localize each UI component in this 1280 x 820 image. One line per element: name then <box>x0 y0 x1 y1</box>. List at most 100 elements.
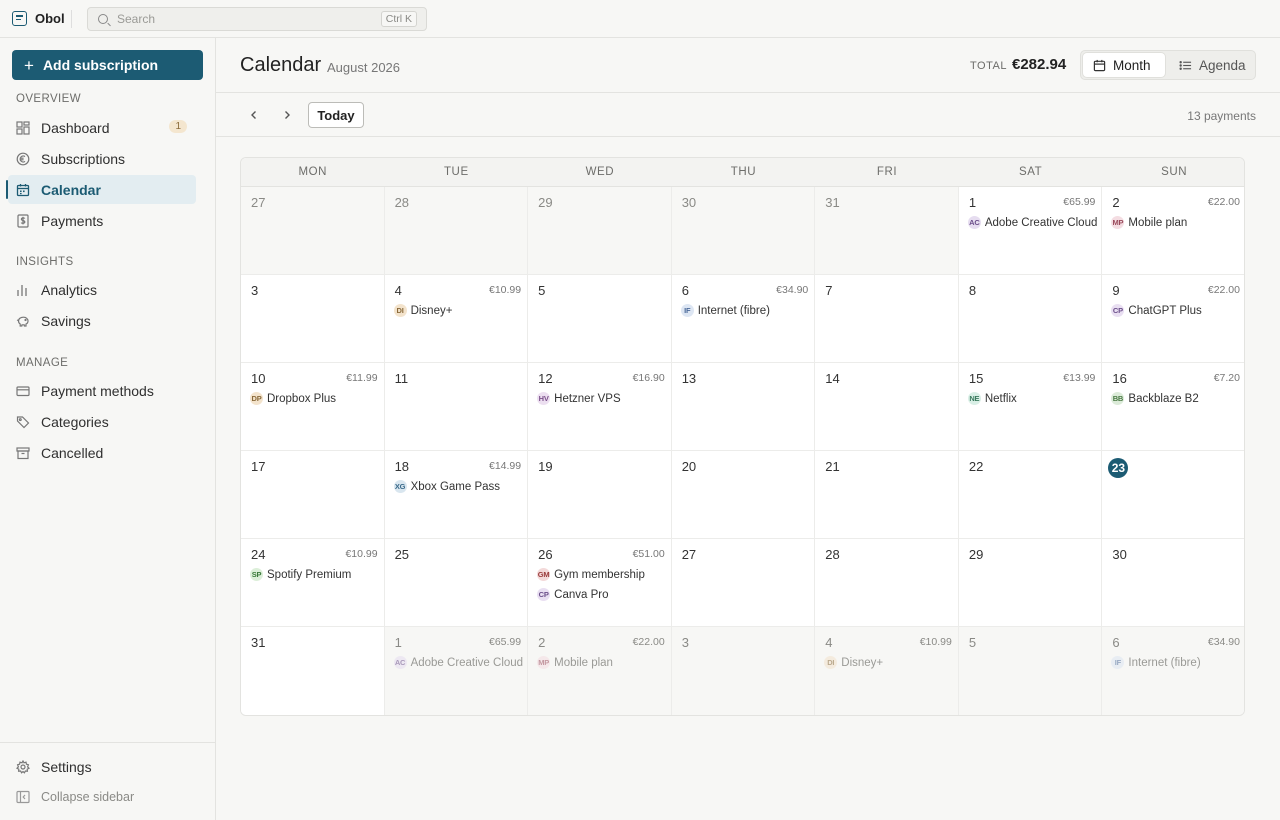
total-label: TOTAL <box>970 60 1007 72</box>
subscription-event[interactable]: BB Backblaze B2 <box>1111 392 1199 405</box>
calendar-day-cell[interactable]: 29 <box>958 539 1103 627</box>
day-number: 30 <box>1112 547 1127 562</box>
calendar-day-cell[interactable]: 26 €51.00 GM Gym membership CP Canva Pro <box>528 539 672 627</box>
calendar-day-cell[interactable]: 16 €7.20 BB Backblaze B2 <box>1102 363 1244 451</box>
calendar-day-cell[interactable]: 15 €13.99 NE Netflix <box>958 363 1103 451</box>
calendar-day-cell[interactable]: 8 <box>958 275 1103 363</box>
calendar-day-cell[interactable]: 2 €22.00 MP Mobile plan <box>528 627 672 715</box>
subscription-event[interactable]: HV Hetzner VPS <box>537 392 621 405</box>
calendar-day-cell[interactable]: 10 €11.99 DP Dropbox Plus <box>241 363 385 451</box>
subscription-event[interactable]: XG Xbox Game Pass <box>393 480 500 493</box>
main-content: Calendar August 2026 TOTAL €282.94 Month… <box>216 38 1280 820</box>
calendar-day-cell[interactable]: 5 <box>528 275 672 363</box>
calendar-day-cell[interactable]: 6 €34.90 IF Internet (fibre) <box>671 275 816 363</box>
dollar-receipt-icon <box>16 213 30 228</box>
previous-month-button[interactable] <box>244 105 264 125</box>
calendar-day-cell[interactable]: 20 <box>671 451 816 539</box>
day-total-amount: €11.99 <box>346 372 378 384</box>
sidebar-item-dashboard[interactable]: Dashboard 1 <box>8 113 196 142</box>
calendar-day-cell[interactable]: 31 <box>241 627 385 715</box>
brand-name: Obol <box>35 11 65 26</box>
calendar-day-cell[interactable]: 28 <box>815 539 959 627</box>
today-button[interactable]: Today <box>308 102 364 128</box>
brand[interactable]: Obol <box>0 0 87 38</box>
day-number: 14 <box>825 371 840 386</box>
calendar-day-cell[interactable]: 28 <box>384 187 529 275</box>
subscription-event[interactable]: GM Gym membership <box>537 568 645 581</box>
page-title: Calendar <box>240 54 322 76</box>
subscription-event[interactable]: DP Dropbox Plus <box>250 392 336 405</box>
calendar-day-cell[interactable]: 13 <box>671 363 816 451</box>
subscription-event[interactable]: AC Adobe Creative Cloud <box>393 656 524 669</box>
calendar-day-cell[interactable]: 27 <box>671 539 816 627</box>
subscription-event[interactable]: SP Spotify Premium <box>250 568 351 581</box>
calendar-day-cell[interactable]: 6 €34.90 IF Internet (fibre) <box>1102 627 1244 715</box>
calendar-day-cell[interactable]: 30 <box>671 187 816 275</box>
calendar-day-cell[interactable]: 17 <box>241 451 385 539</box>
sidebar-item-cancelled[interactable]: Cancelled <box>8 438 196 467</box>
sidebar-item-analytics[interactable]: Analytics <box>8 275 196 304</box>
day-number: 1 <box>968 195 977 210</box>
sidebar-item-label: Settings <box>41 758 92 775</box>
calendar-day-cell[interactable]: 29 <box>528 187 672 275</box>
calendar-day-cell[interactable]: 4 €10.99 DI Disney+ <box>815 627 959 715</box>
subscription-event[interactable]: MP Mobile plan <box>1111 216 1187 229</box>
next-month-button[interactable] <box>277 105 297 125</box>
calendar-day-cell[interactable]: 19 <box>528 451 672 539</box>
calendar-day-cell[interactable]: 1 €65.99 AC Adobe Creative Cloud <box>958 187 1103 275</box>
month-view-button[interactable]: Month <box>1083 53 1165 77</box>
subscription-avatar: SP <box>250 568 263 581</box>
subscription-event[interactable]: IF Internet (fibre) <box>1111 656 1201 669</box>
day-number: 27 <box>251 195 266 210</box>
calendar-day-cell[interactable]: 31 <box>815 187 959 275</box>
calendar-day-cell[interactable]: 1 €65.99 AC Adobe Creative Cloud <box>384 627 529 715</box>
calendar-day-cell[interactable]: 2 €22.00 MP Mobile plan <box>1102 187 1244 275</box>
subscription-event[interactable]: CP ChatGPT Plus <box>1111 304 1202 317</box>
add-subscription-button[interactable]: + Add subscription <box>12 50 203 80</box>
search-input[interactable]: Search Ctrl K <box>87 7 427 31</box>
calendar-day-cell[interactable]: 3 <box>671 627 816 715</box>
calendar-day-cell[interactable]: 11 <box>384 363 529 451</box>
sidebar-item-categories[interactable]: Categories <box>8 407 196 436</box>
section-label-manage: MANAGE <box>16 357 69 369</box>
subscription-event[interactable]: AC Adobe Creative Cloud <box>967 216 1097 229</box>
subscription-event[interactable]: NE Netflix <box>967 392 1017 405</box>
sidebar-item-savings[interactable]: Savings <box>8 306 196 335</box>
subscription-avatar: DI <box>824 656 838 669</box>
collapse-sidebar-button[interactable]: Collapse sidebar <box>8 782 196 811</box>
subscription-event[interactable]: DI Disney+ <box>824 656 883 669</box>
day-total-amount: €10.99 <box>919 636 952 648</box>
calendar-day-cell[interactable]: 7 <box>815 275 959 363</box>
calendar-day-cell[interactable]: 12 €16.90 HV Hetzner VPS <box>528 363 672 451</box>
section-label-overview: OVERVIEW <box>16 93 81 105</box>
calendar-day-cell[interactable]: 14 <box>815 363 959 451</box>
current-month-label: August 2026 <box>327 60 401 75</box>
sidebar-item-subscriptions[interactable]: Subscriptions <box>8 144 196 173</box>
sidebar-item-payment-methods[interactable]: Payment methods <box>8 376 196 405</box>
calendar-day-cell[interactable]: 30 <box>1102 539 1244 627</box>
weekday-label: FRI <box>876 166 898 178</box>
sidebar-item-calendar[interactable]: Calendar <box>6 175 196 204</box>
subscription-event[interactable]: MP Mobile plan <box>537 656 613 669</box>
sidebar-item-payments[interactable]: Payments <box>8 206 196 235</box>
calendar-day-cell[interactable]: 21 <box>815 451 959 539</box>
subscription-event[interactable]: IF Internet (fibre) <box>680 304 770 317</box>
calendar-day-cell[interactable]: 18 €14.99 XG Xbox Game Pass <box>384 451 529 539</box>
calendar-day-cell[interactable]: 3 <box>241 275 385 363</box>
subscription-avatar: AC <box>967 216 981 229</box>
calendar-day-cell[interactable]: 22 <box>958 451 1103 539</box>
calendar-day-cell[interactable]: 23 <box>1102 451 1244 539</box>
calendar-day-cell[interactable]: 27 <box>241 187 385 275</box>
calendar-day-cell[interactable]: 25 <box>384 539 529 627</box>
subscription-name: Adobe Creative Cloud <box>410 656 524 669</box>
calendar-day-cell[interactable]: 4 €10.99 DI Disney+ <box>384 275 529 363</box>
subscription-name: Hetzner VPS <box>554 392 621 405</box>
calendar-day-cell[interactable]: 9 €22.00 CP ChatGPT Plus <box>1102 275 1244 363</box>
subscription-event[interactable]: CP Canva Pro <box>537 588 608 601</box>
sidebar-item-settings[interactable]: Settings <box>8 752 196 781</box>
calendar-day-cell[interactable]: 5 <box>958 627 1103 715</box>
subscription-name: Mobile plan <box>1128 216 1188 229</box>
calendar-day-cell[interactable]: 24 €10.99 SP Spotify Premium <box>241 539 385 627</box>
subscription-event[interactable]: DI Disney+ <box>393 304 452 317</box>
agenda-view-button[interactable]: Agenda <box>1169 53 1255 77</box>
